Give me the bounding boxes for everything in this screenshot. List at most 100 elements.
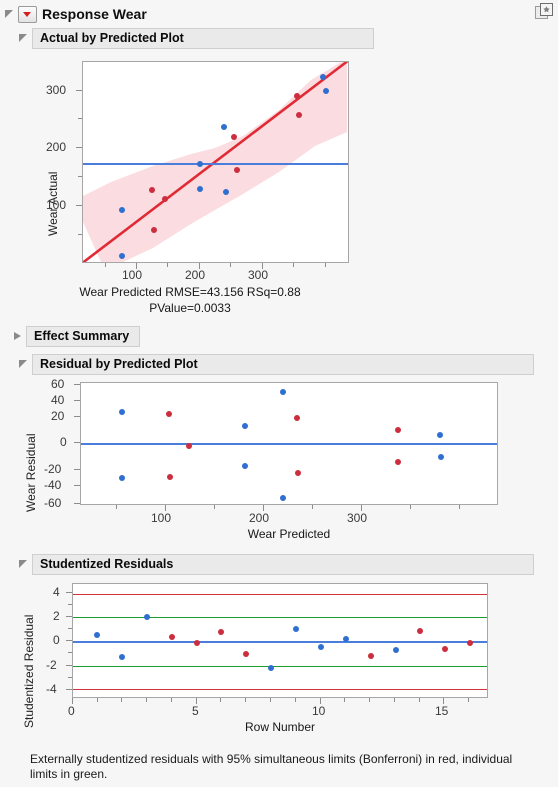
data-point[interactable] (343, 636, 349, 642)
plot-frame (80, 382, 498, 505)
x-axis-title-row-number: Row Number (244, 720, 316, 734)
data-point[interactable] (119, 654, 125, 660)
data-point[interactable] (149, 187, 155, 193)
data-point[interactable] (294, 415, 300, 421)
data-point[interactable] (368, 653, 374, 659)
data-point[interactable] (467, 640, 473, 646)
data-point[interactable] (243, 651, 249, 657)
data-point[interactable] (438, 454, 444, 460)
y-tick-label: 200 (46, 140, 67, 154)
data-point[interactable] (167, 474, 173, 480)
section-header-studentized-residuals[interactable]: Studentized Residuals (18, 554, 534, 575)
y-tick-label: 2 (53, 609, 60, 623)
data-point[interactable] (268, 665, 274, 671)
data-point[interactable] (293, 626, 299, 632)
data-point[interactable] (318, 644, 324, 650)
data-point[interactable] (119, 475, 125, 481)
y-tick-label: 40 (51, 393, 65, 407)
data-point[interactable] (119, 253, 125, 259)
data-point[interactable] (94, 632, 100, 638)
y-tick-label: 0 (53, 633, 60, 647)
data-point[interactable] (234, 167, 240, 173)
x-tick-label: 100 (151, 511, 172, 525)
x-tick-label: 0 (68, 704, 75, 718)
y-tick-label: -4 (46, 682, 57, 696)
y-tick-label: 60 (51, 377, 65, 391)
data-point[interactable] (393, 647, 399, 653)
y-tick-label: 300 (46, 83, 67, 97)
data-point[interactable] (231, 134, 237, 140)
data-point[interactable] (197, 161, 203, 167)
section-header-effect-summary[interactable]: Effect Summary (12, 326, 152, 347)
x-axis-title-wear-predicted: Wear Predicted (247, 527, 331, 541)
data-point[interactable] (162, 196, 168, 202)
y-tick-label: -40 (44, 478, 62, 492)
y-tick-label: -60 (44, 496, 62, 510)
data-point[interactable] (437, 432, 443, 438)
data-point[interactable] (320, 74, 326, 80)
x-tick-label: 10 (312, 704, 326, 718)
bonferroni-lower-limit-line (73, 689, 487, 690)
data-point[interactable] (223, 189, 229, 195)
data-point[interactable] (294, 93, 300, 99)
disclosure-triangle-residual-by-predicted[interactable] (18, 359, 29, 370)
actual-by-predicted-plot: Wear Actual 300 200 100 100 200 300 Wear… (0, 46, 380, 316)
data-point[interactable] (280, 389, 286, 395)
x-tick-label: 200 (185, 268, 206, 282)
bonferroni-upper-limit-line (73, 594, 487, 595)
data-point[interactable] (395, 459, 401, 465)
residual-by-predicted-plot: Wear Residual 60 40 20 0 -20 -40 -60 100… (0, 372, 540, 542)
report-window-icon[interactable] (535, 3, 554, 21)
x-tick-label: 5 (192, 704, 199, 718)
x-tick-label: 15 (435, 704, 449, 718)
model-fit-summary-line1: Wear Predicted RMSE=43.156 RSq=0.88 (79, 285, 301, 299)
disclosure-triangle-studentized-residuals[interactable] (18, 559, 29, 570)
data-point[interactable] (197, 186, 203, 192)
data-point[interactable] (395, 427, 401, 433)
zero-reference-line (73, 641, 487, 643)
data-point[interactable] (242, 423, 248, 429)
disclosure-triangle-effect-summary[interactable] (12, 331, 23, 342)
data-point[interactable] (169, 634, 175, 640)
data-point[interactable] (119, 207, 125, 213)
data-point[interactable] (242, 463, 248, 469)
y-tick-label: 4 (53, 585, 60, 599)
y-tick-label: -20 (44, 462, 62, 476)
y-tick-label: 20 (51, 409, 65, 423)
studentized-residuals-title: Studentized Residuals (32, 554, 534, 575)
plot-frame (72, 583, 488, 698)
y-tick-label: 0 (60, 435, 67, 449)
y-tick-label: -2 (46, 658, 57, 672)
response-wear-header[interactable]: Response Wear (4, 4, 554, 24)
data-point[interactable] (119, 409, 125, 415)
data-point[interactable] (280, 495, 286, 501)
data-point[interactable] (186, 443, 192, 449)
data-point[interactable] (417, 628, 423, 634)
data-point[interactable] (323, 88, 329, 94)
mean-response-line (83, 163, 348, 165)
data-point[interactable] (166, 411, 172, 417)
y-tick-label: 100 (46, 198, 67, 212)
individual-upper-limit-line (73, 617, 487, 618)
red-triangle-menu-icon[interactable] (18, 5, 37, 23)
data-point[interactable] (295, 470, 301, 476)
data-point[interactable] (442, 646, 448, 652)
model-fit-summary-line2: PValue=0.0033 (149, 301, 231, 315)
data-point[interactable] (218, 629, 224, 635)
report-title: Response Wear (42, 6, 147, 22)
x-tick-label: 300 (248, 268, 269, 282)
disclosure-triangle-actual-by-predicted[interactable] (18, 33, 29, 44)
plot-frame (82, 61, 349, 263)
data-point[interactable] (296, 112, 302, 118)
data-point[interactable] (194, 640, 200, 646)
data-point[interactable] (151, 227, 157, 233)
disclosure-triangle-response-wear[interactable] (4, 9, 15, 20)
x-tick-label: 300 (347, 511, 368, 525)
data-point[interactable] (144, 614, 150, 620)
x-tick-label: 100 (122, 268, 143, 282)
data-point[interactable] (221, 124, 227, 130)
studentized-residuals-plot: Studentized Residual 4 2 0 -2 -4 0 5 10 … (0, 576, 540, 746)
studentized-residuals-footnote: Externally studentized residuals with 95… (30, 752, 513, 781)
y-axis-title-studentized-residual: Studentized Residual (22, 614, 36, 728)
effect-summary-title: Effect Summary (26, 326, 141, 347)
